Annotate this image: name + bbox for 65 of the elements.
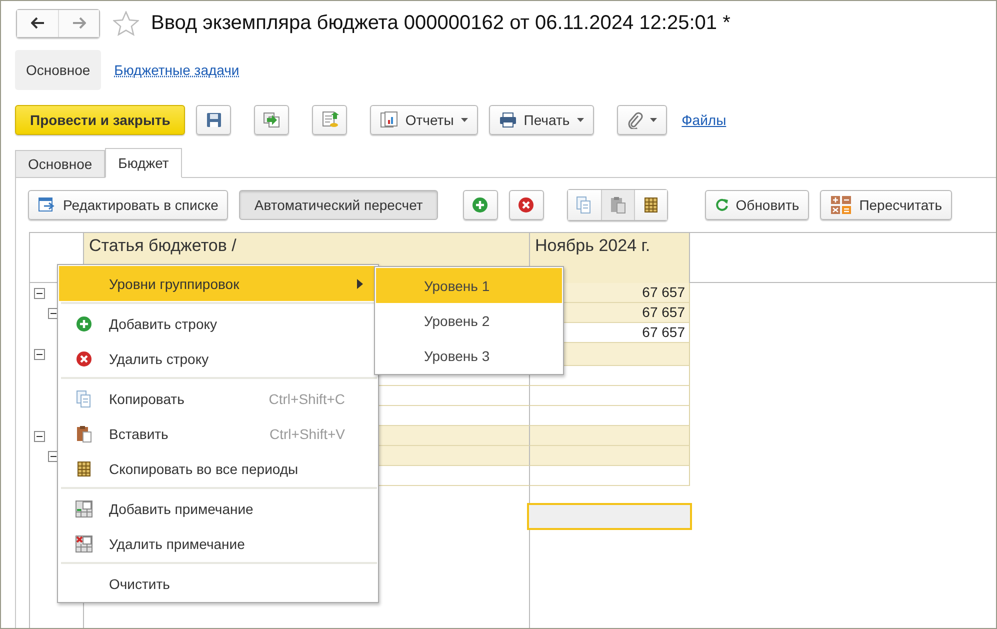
document-coins-icon — [320, 110, 339, 128]
collapse-toggle[interactable] — [48, 308, 59, 318]
menu-item[interactable]: Очистить — [59, 566, 377, 601]
menu-item[interactable]: Удалить примечание — [59, 526, 377, 561]
save-button[interactable] — [196, 104, 232, 134]
delete-row-button[interactable] — [508, 190, 544, 220]
copy-to-all-periods-button[interactable] — [634, 190, 667, 220]
refresh-button[interactable]: Обновить — [704, 190, 810, 220]
menu-item[interactable]: Уровень 1 — [376, 268, 562, 303]
recalculate-button[interactable]: Пересчитать — [820, 190, 952, 220]
copy-icon — [76, 390, 92, 408]
plus-circle-icon — [472, 196, 488, 212]
menu-item[interactable]: Удалить строку — [59, 341, 377, 376]
paperclip-icon — [626, 110, 643, 128]
table-note-icon — [75, 500, 93, 518]
caret-icon — [650, 118, 657, 122]
star-icon[interactable] — [113, 10, 139, 36]
edit-in-list-button[interactable]: Редактировать в списке — [28, 190, 228, 220]
files-link[interactable]: Файлы — [682, 112, 726, 128]
calculator-icon — [830, 194, 852, 214]
collapse-toggle[interactable] — [34, 349, 45, 360]
section-tab[interactable]: Основное — [15, 50, 102, 90]
right-arrow-icon — [72, 17, 86, 29]
report-button[interactable] — [312, 104, 348, 134]
back-button[interactable] — [17, 10, 58, 36]
menu-item[interactable]: Вставить Ctrl+Shift+V — [59, 416, 377, 451]
selected-cell[interactable] — [527, 503, 692, 530]
grid-icon — [642, 196, 659, 212]
reports-button[interactable]: Отчеты — [370, 104, 478, 134]
print-button[interactable]: Печать — [488, 104, 594, 134]
clipboard-icon — [76, 424, 92, 442]
post-and-close-button[interactable]: Провести и закрыть — [15, 104, 186, 134]
report-chart-icon — [380, 110, 398, 128]
post-button[interactable] — [254, 104, 290, 134]
caret-icon — [576, 118, 584, 122]
left-arrow-icon — [30, 17, 44, 29]
column-header: Ноябрь 2024 г. — [530, 233, 690, 283]
cross-circle-icon — [518, 196, 534, 212]
collapse-toggle[interactable] — [34, 288, 45, 298]
menu-item[interactable]: Добавить примечание — [59, 491, 377, 526]
attach-button[interactable] — [616, 104, 667, 134]
collapse-toggle[interactable] — [48, 450, 59, 462]
window-title: Ввод экземпляра бюджета 000000162 от 06.11.2024 12:25:01 * — [151, 12, 730, 34]
clipboard-icon — [610, 196, 626, 214]
documents-arrow-icon — [262, 112, 281, 128]
grid-icon — [76, 460, 92, 476]
menu-item[interactable]: Добавить строку — [59, 306, 377, 341]
collapse-toggle[interactable] — [34, 430, 45, 442]
menu-item[interactable]: Скопировать во все периоды — [59, 451, 377, 486]
refresh-icon — [714, 198, 729, 212]
submenu-arrow-icon — [357, 278, 363, 288]
add-row-button[interactable] — [462, 190, 498, 220]
menu-item[interactable]: Копировать Ctrl+Shift+C — [59, 381, 377, 416]
table-note-cross-icon — [75, 534, 93, 552]
menu-item[interactable]: Уровни группировок — [59, 266, 377, 301]
auto-recalculation-toggle[interactable]: Автоматический пересчет — [239, 190, 438, 220]
form-arrow-icon — [38, 196, 56, 212]
copy-icon — [576, 196, 592, 214]
printer-icon — [498, 112, 517, 128]
section-tab[interactable]: Бюджетные задачи — [103, 50, 250, 90]
caret-icon — [460, 118, 468, 122]
plus-circle-icon — [76, 316, 92, 332]
tab[interactable]: Основное — [15, 150, 106, 178]
cross-circle-icon — [76, 350, 92, 366]
tab[interactable]: Бюджет — [105, 148, 182, 178]
